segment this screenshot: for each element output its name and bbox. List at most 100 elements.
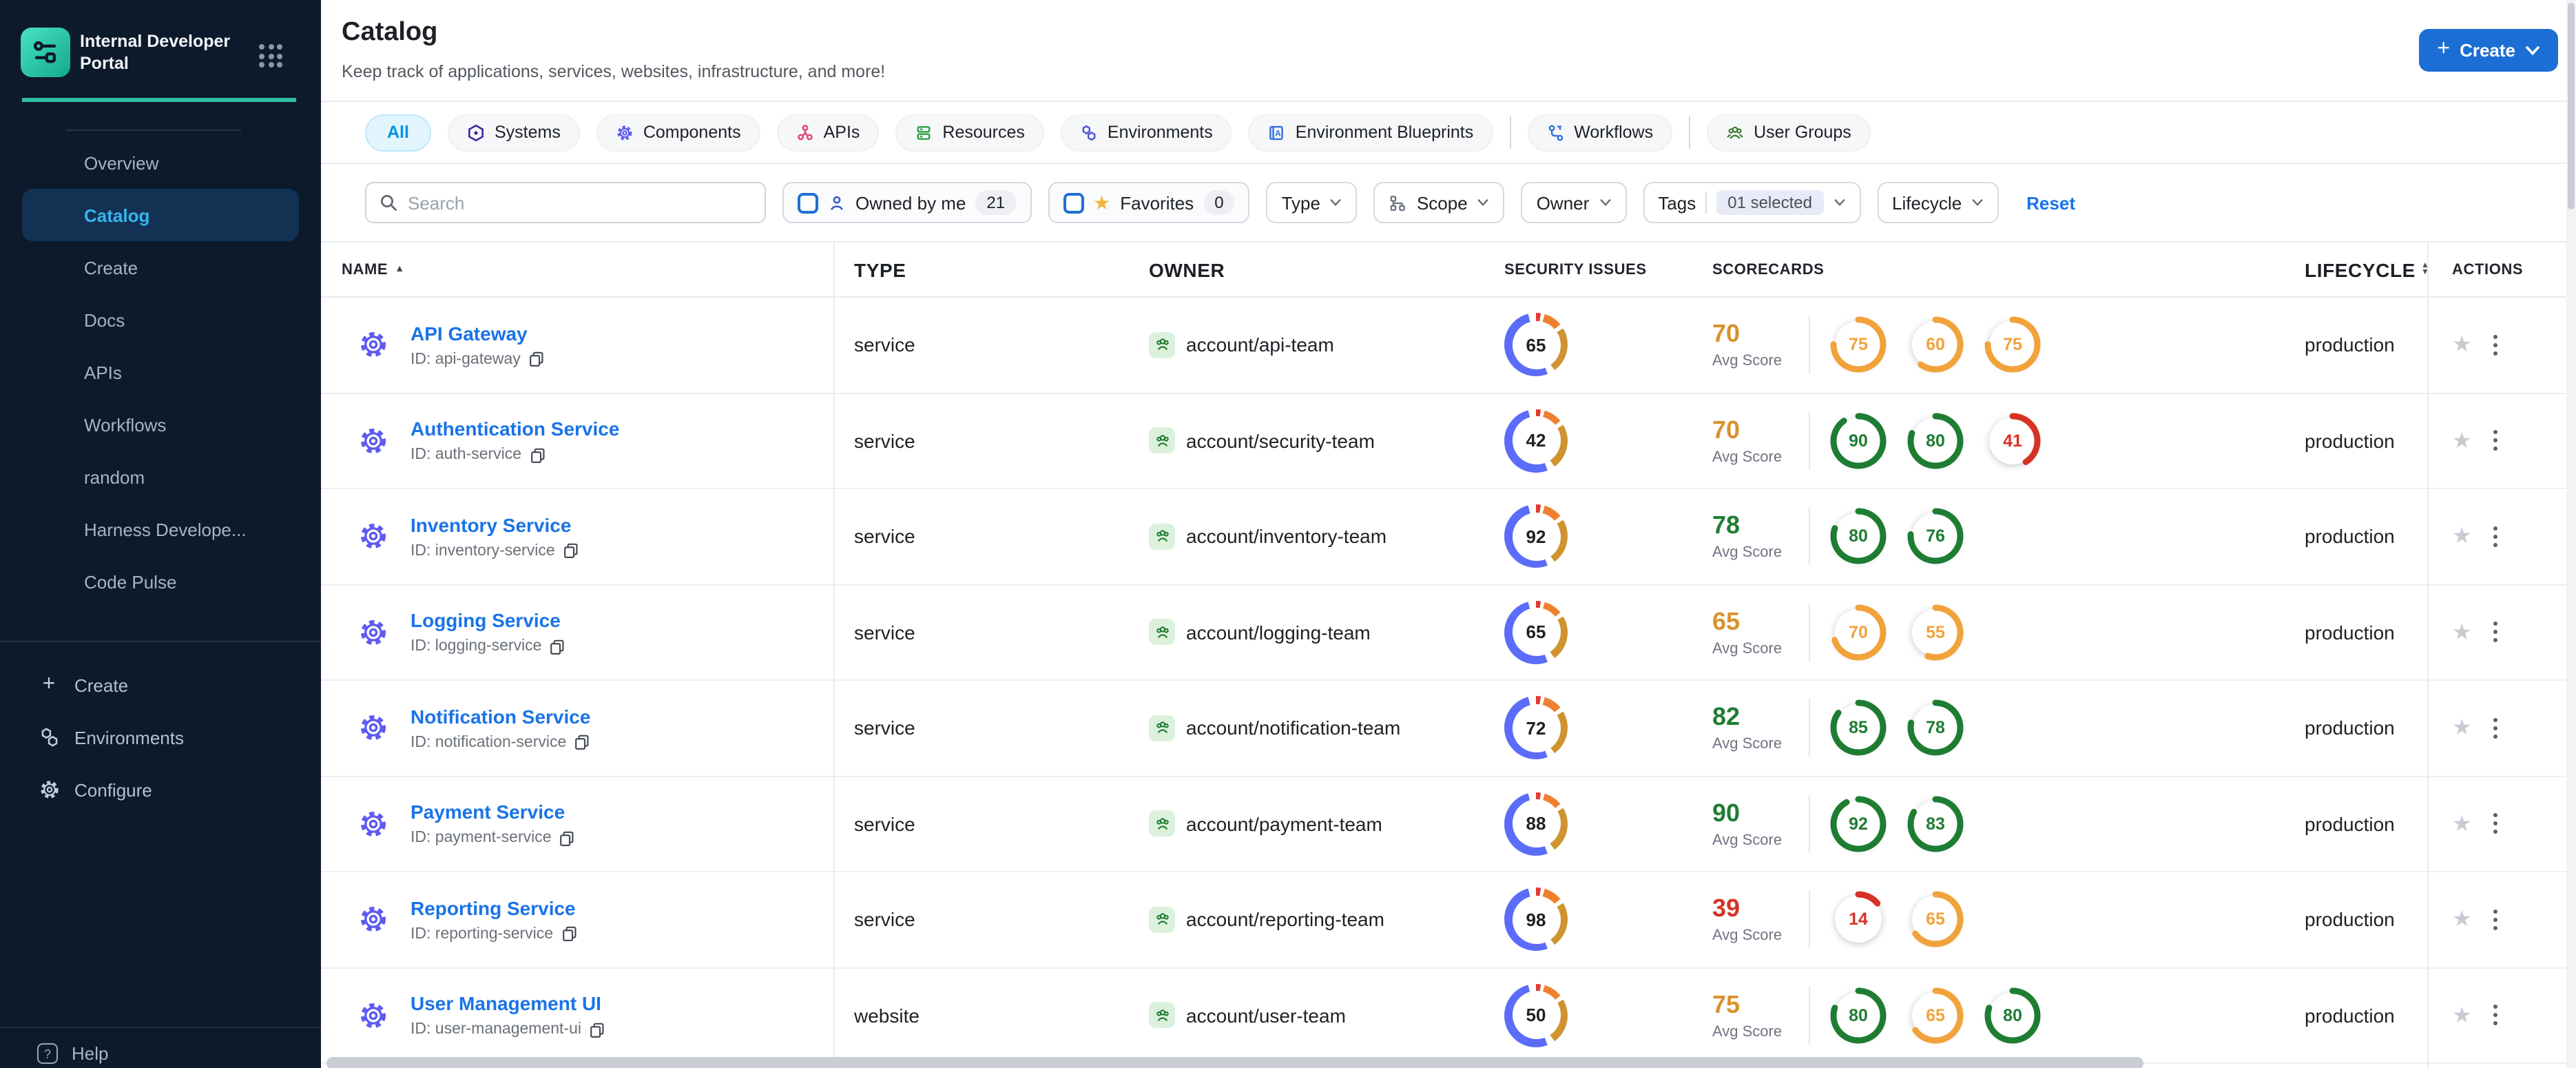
scorecard-ring[interactable]: 83: [1907, 795, 1964, 853]
scorecard-ring[interactable]: 80: [1829, 508, 1887, 566]
copy-icon[interactable]: [530, 448, 545, 463]
entity-name-link[interactable]: Authentication Service: [411, 418, 619, 440]
sidebar-item-overview[interactable]: Overview: [22, 136, 299, 189]
copy-icon[interactable]: [550, 639, 565, 655]
entity-name-link[interactable]: Reporting Service: [411, 897, 577, 919]
owner-name[interactable]: account/reporting-team: [1186, 909, 1384, 931]
tab-user-groups[interactable]: User Groups: [1707, 114, 1871, 151]
kebab-menu-icon[interactable]: [2491, 811, 2501, 837]
scorecard-ring[interactable]: 80: [1984, 987, 2042, 1045]
sidebar-bottom-create[interactable]: + Create: [0, 659, 321, 711]
scorecard-ring[interactable]: 80: [1907, 412, 1964, 470]
scorecard-ring[interactable]: 41: [1984, 412, 2042, 470]
favorite-star-icon[interactable]: ★: [2452, 906, 2472, 934]
sidebar-item-catalog[interactable]: Catalog: [22, 189, 299, 241]
kebab-menu-icon[interactable]: [2491, 907, 2501, 933]
owned-by-me-checkbox[interactable]: [798, 192, 818, 213]
sidebar-item-code-pulse[interactable]: Code Pulse: [22, 555, 299, 608]
sidebar-item-docs[interactable]: Docs: [22, 294, 299, 346]
tab-resources[interactable]: Resources: [895, 114, 1044, 151]
owner-name[interactable]: account/inventory-team: [1186, 526, 1386, 548]
favorite-star-icon[interactable]: ★: [2452, 523, 2472, 551]
vertical-scrollbar[interactable]: [2566, 0, 2576, 1068]
kebab-menu-icon[interactable]: [2491, 428, 2501, 454]
scorecard-ring[interactable]: 70: [1829, 604, 1887, 661]
copy-icon[interactable]: [590, 1023, 605, 1038]
owner-dropdown[interactable]: Owner: [1521, 182, 1627, 223]
copy-icon[interactable]: [529, 352, 544, 367]
owner-name[interactable]: account/payment-team: [1186, 813, 1382, 835]
owner-name[interactable]: account/notification-team: [1186, 717, 1400, 739]
create-button[interactable]: + Create: [2419, 29, 2558, 72]
scorecard-ring[interactable]: 75: [1829, 316, 1887, 374]
kebab-menu-icon[interactable]: [2491, 619, 2501, 646]
scorecard-ring[interactable]: 92: [1829, 795, 1887, 853]
tab-all[interactable]: All: [365, 114, 431, 151]
column-header-name[interactable]: NAME ▲: [321, 261, 833, 278]
favorite-star-icon[interactable]: ★: [2452, 427, 2472, 455]
scorecard-ring[interactable]: 55: [1907, 604, 1964, 661]
tab-components[interactable]: Components: [596, 114, 760, 151]
entity-name-link[interactable]: Logging Service: [411, 610, 565, 632]
scorecard-ring[interactable]: 76: [1907, 508, 1964, 566]
type-dropdown[interactable]: Type: [1266, 182, 1358, 223]
entity-name-link[interactable]: API Gateway: [411, 322, 544, 345]
scorecard-ring[interactable]: 60: [1907, 316, 1964, 374]
scorecard-ring[interactable]: 14: [1829, 891, 1887, 949]
column-header-lifecycle[interactable]: LIFECYCLE ▲ ▼: [2284, 258, 2429, 280]
owned-by-me-filter[interactable]: Owned by me 21: [782, 182, 1032, 223]
favorite-star-icon[interactable]: ★: [2452, 715, 2472, 742]
owner-name[interactable]: account/security-team: [1186, 430, 1375, 452]
kebab-menu-icon[interactable]: [2491, 715, 2501, 741]
scorecard-ring[interactable]: 65: [1907, 891, 1964, 949]
sidebar-item-random[interactable]: random: [22, 451, 299, 503]
sidebar-bottom-environments[interactable]: Environments: [0, 711, 321, 763]
kebab-menu-icon[interactable]: [2491, 1003, 2501, 1029]
sidebar: Internal Developer Portal Overview Catal…: [0, 0, 321, 1068]
sidebar-item-apis[interactable]: APIs: [22, 346, 299, 398]
sidebar-item-create[interactable]: Create: [22, 241, 299, 294]
app-switcher-grid-icon[interactable]: [259, 44, 282, 68]
tab-apis[interactable]: APIs: [776, 114, 880, 151]
sidebar-help[interactable]: ? Help: [37, 1043, 109, 1064]
scorecard-ring[interactable]: 78: [1907, 699, 1964, 757]
favorites-filter[interactable]: ★ Favorites 0: [1048, 182, 1250, 223]
owner-name[interactable]: account/user-team: [1186, 1005, 1346, 1027]
sidebar-item-workflows[interactable]: Workflows: [22, 398, 299, 451]
entity-name-link[interactable]: Payment Service: [411, 801, 575, 823]
tab-systems[interactable]: Systems: [447, 114, 580, 151]
favorites-checkbox[interactable]: [1063, 192, 1084, 213]
favorite-star-icon[interactable]: ★: [2452, 619, 2472, 646]
kebab-menu-icon[interactable]: [2491, 524, 2501, 550]
sidebar-item-harness-developer[interactable]: Harness Develope...: [22, 503, 299, 555]
copy-icon[interactable]: [561, 927, 577, 942]
tab-workflows[interactable]: Workflows: [1527, 114, 1673, 151]
sidebar-bottom-configure[interactable]: Configure: [0, 763, 321, 816]
entity-name-link[interactable]: Notification Service: [411, 706, 590, 728]
copy-icon[interactable]: [574, 735, 590, 750]
copy-icon[interactable]: [560, 831, 575, 846]
scorecard-ring[interactable]: 65: [1907, 987, 1964, 1045]
tags-dropdown[interactable]: Tags 01 selected: [1643, 182, 1860, 223]
favorite-star-icon[interactable]: ★: [2452, 331, 2472, 359]
scorecard-ring[interactable]: 85: [1829, 699, 1887, 757]
lifecycle-dropdown[interactable]: Lifecycle: [1877, 182, 1999, 223]
entity-name-link[interactable]: Inventory Service: [411, 514, 579, 536]
search-input[interactable]: [408, 192, 752, 213]
entity-name-link[interactable]: User Management UI: [411, 993, 605, 1015]
owner-name[interactable]: account/api-team: [1186, 334, 1334, 356]
scorecard-ring[interactable]: 75: [1984, 316, 2042, 374]
horizontal-scrollbar[interactable]: [326, 1057, 2143, 1068]
scope-dropdown[interactable]: Scope: [1373, 182, 1505, 223]
scorecard-ring[interactable]: 90: [1829, 412, 1887, 470]
reset-filters-link[interactable]: Reset: [2026, 192, 2075, 213]
tab-environment-blueprints[interactable]: A Environment Blueprints: [1248, 114, 1493, 151]
copy-icon[interactable]: [563, 544, 579, 559]
favorite-star-icon[interactable]: ★: [2452, 810, 2472, 838]
kebab-menu-icon[interactable]: [2491, 332, 2501, 358]
owner-name[interactable]: account/logging-team: [1186, 622, 1371, 644]
tab-environments[interactable]: Environments: [1060, 114, 1232, 151]
scorecard-ring[interactable]: 80: [1829, 987, 1887, 1045]
favorite-star-icon[interactable]: ★: [2452, 1002, 2472, 1029]
app-logo[interactable]: [21, 28, 70, 77]
